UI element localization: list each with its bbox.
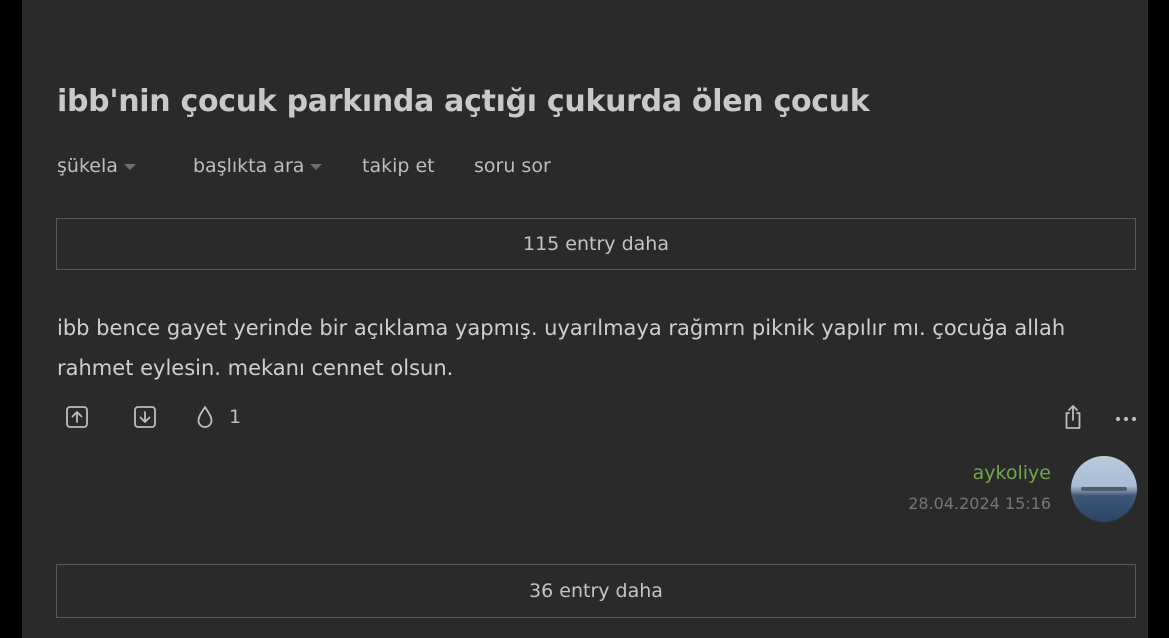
- upvote-button[interactable]: [64, 404, 90, 430]
- ask-question-button[interactable]: soru sor: [474, 155, 551, 177]
- favorite-count[interactable]: 1: [229, 406, 241, 428]
- ask-question-label: soru sor: [474, 155, 551, 177]
- upvote-icon: [66, 406, 88, 428]
- more-icon: [1115, 416, 1137, 422]
- topic-nav: şükela başlıkta ara takip et soru sor: [57, 152, 551, 180]
- entry-meta: aykoliye 28.04.2024 15:16: [908, 462, 1051, 513]
- downvote-icon: [134, 406, 156, 428]
- search-in-topic-label: başlıkta ara: [193, 155, 305, 177]
- show-more-before-label: 115 entry daha: [523, 233, 669, 255]
- author-link[interactable]: aykoliye: [908, 462, 1051, 484]
- downvote-button[interactable]: [132, 404, 158, 430]
- more-options-button[interactable]: [1113, 404, 1139, 430]
- sort-label: şükela: [57, 155, 118, 177]
- page-title[interactable]: ibb'nin çocuk parkında açtığı çukurda öl…: [57, 84, 870, 119]
- topic-page: ibb'nin çocuk parkında açtığı çukurda öl…: [22, 0, 1148, 638]
- favorite-button[interactable]: [192, 404, 218, 430]
- sort-dropdown[interactable]: şükela: [57, 155, 193, 177]
- show-more-after-button[interactable]: 36 entry daha: [56, 564, 1136, 618]
- avatar-landscape: [1081, 487, 1127, 491]
- entry-content: ibb bence gayet yerinde bir açıklama yap…: [57, 316, 1066, 380]
- drop-icon: [197, 406, 213, 428]
- search-in-topic-dropdown[interactable]: başlıkta ara: [193, 155, 362, 177]
- entry-footer: 1: [57, 402, 1137, 434]
- chevron-down-icon: [310, 164, 323, 170]
- chevron-down-icon: [123, 164, 136, 170]
- show-more-after-label: 36 entry daha: [529, 580, 663, 602]
- show-more-before-button[interactable]: 115 entry daha: [56, 218, 1136, 270]
- avatar[interactable]: [1071, 456, 1137, 522]
- share-icon: [1065, 405, 1081, 429]
- entry-date[interactable]: 28.04.2024 15:16: [908, 494, 1051, 513]
- share-button[interactable]: [1060, 404, 1086, 430]
- follow-button[interactable]: takip et: [362, 155, 474, 177]
- follow-label: takip et: [362, 155, 435, 177]
